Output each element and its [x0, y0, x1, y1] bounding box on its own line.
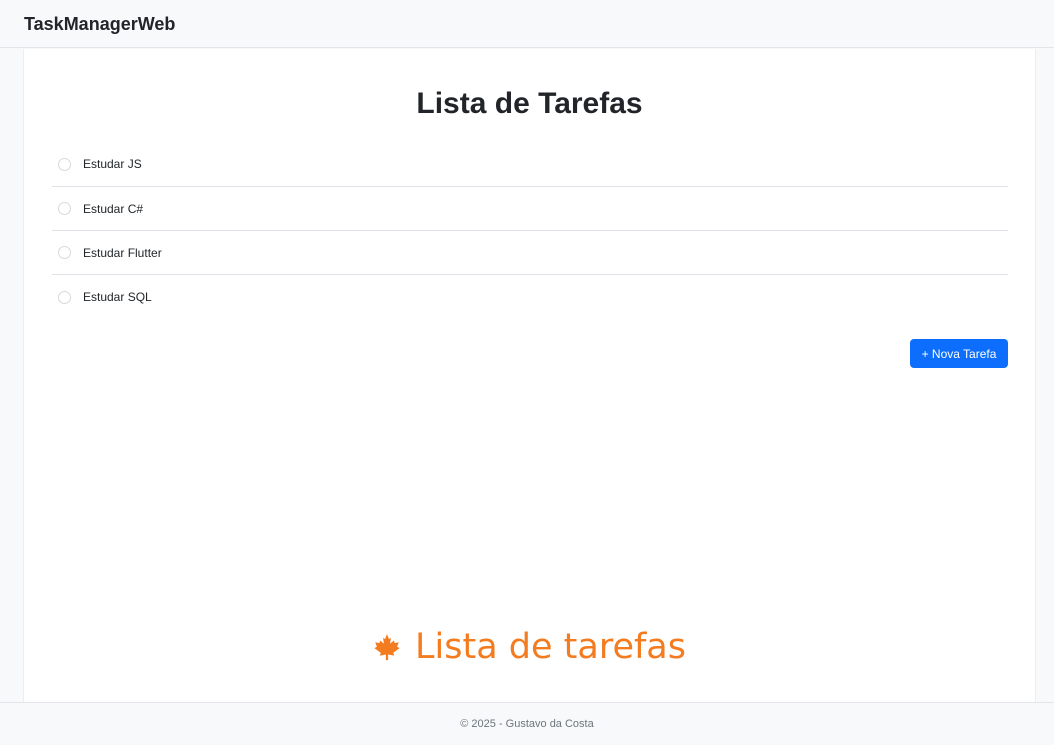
new-task-button[interactable]: + Nova Tarefa [910, 339, 1008, 368]
task-radio[interactable] [58, 246, 71, 259]
task-item[interactable]: Estudar JS [52, 142, 1008, 187]
app-logo: Lista de tarefas [24, 627, 1035, 667]
navbar-brand[interactable]: TaskManagerWeb [24, 14, 175, 35]
task-item[interactable]: Estudar C# [52, 187, 1008, 231]
task-radio[interactable] [58, 290, 71, 304]
task-label: Estudar JS [83, 157, 142, 171]
task-label: Estudar Flutter [83, 245, 162, 260]
footer-copyright: © 2025 - Gustavo da Costa [460, 718, 594, 730]
maple-leaf-icon [374, 634, 400, 661]
footer: © 2025 - Gustavo da Costa [0, 702, 1054, 745]
task-radio[interactable] [58, 202, 71, 215]
main-content: Lista de Tarefas Estudar JS Estudar C# E… [23, 49, 1036, 702]
task-list: Estudar JS Estudar C# Estudar Flutter Es… [52, 142, 1008, 319]
page-title: Lista de Tarefas [416, 87, 643, 120]
task-item[interactable]: Estudar SQL [52, 275, 1008, 319]
task-label: Estudar SQL [83, 290, 152, 304]
navbar: TaskManagerWeb [0, 0, 1054, 48]
task-label: Estudar C# [83, 201, 144, 216]
task-item[interactable]: Estudar Flutter [52, 231, 1008, 275]
task-radio[interactable] [58, 157, 71, 171]
logo-text: Lista de tarefas [415, 627, 686, 667]
